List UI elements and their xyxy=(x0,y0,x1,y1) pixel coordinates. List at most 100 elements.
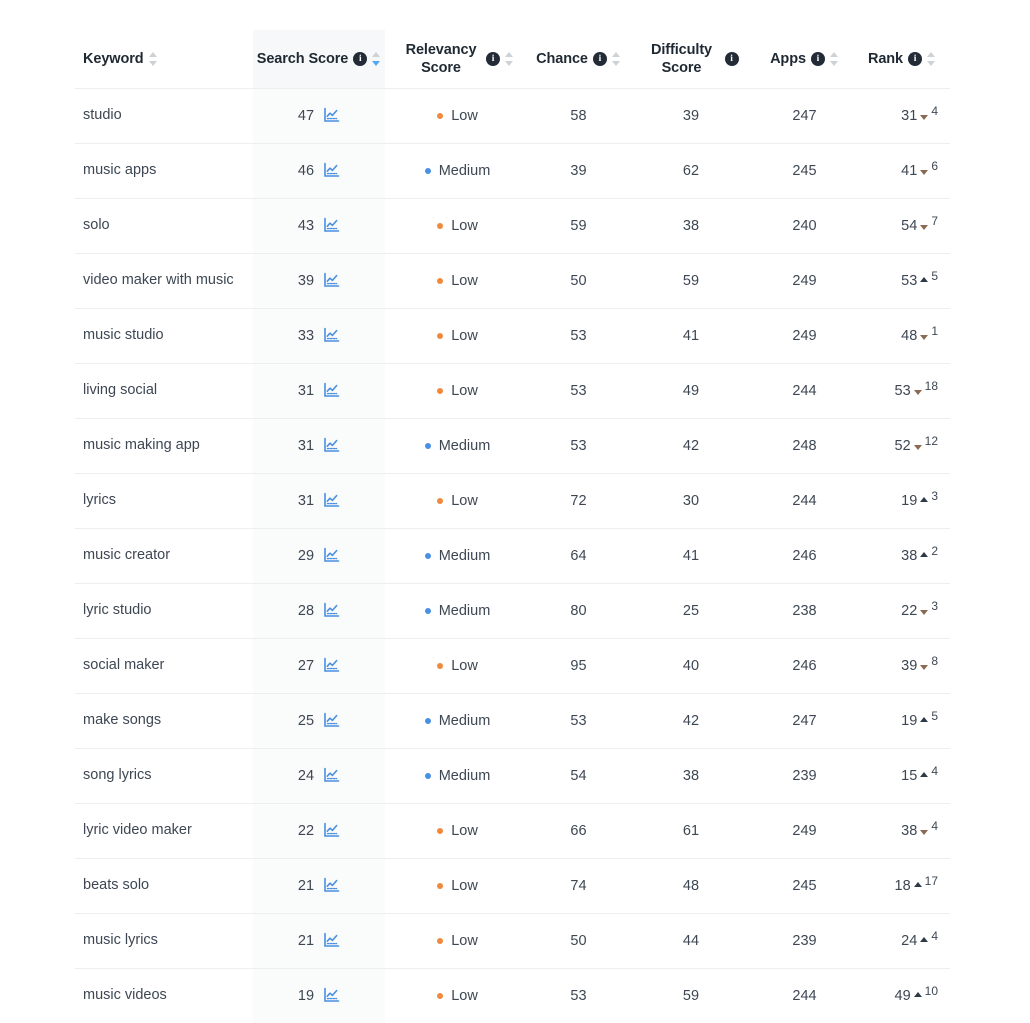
line-chart-icon[interactable] xyxy=(323,162,340,179)
rank-inner: 19 5 xyxy=(854,709,950,729)
column-header-relevancy[interactable]: Relevancy Score i xyxy=(385,30,530,89)
line-chart-icon[interactable] xyxy=(323,932,340,949)
cell-chance: 53 xyxy=(530,968,627,1023)
sort-arrows-icon[interactable] xyxy=(611,51,621,67)
cell-keyword[interactable]: beats solo xyxy=(75,858,253,914)
cell-difficulty-score: 61 xyxy=(627,803,755,859)
cell-keyword[interactable]: lyrics xyxy=(75,473,253,529)
cell-search-score: 31 xyxy=(253,363,385,419)
column-header-label-search: Search Score xyxy=(256,50,349,67)
search-score-inner: 31 xyxy=(253,437,385,454)
sort-arrow-up-icon xyxy=(372,51,381,57)
sort-arrows-icon[interactable] xyxy=(505,51,514,67)
cell-keyword[interactable]: music apps xyxy=(75,143,253,199)
cell-keyword[interactable]: music studio xyxy=(75,308,253,364)
line-chart-icon[interactable] xyxy=(323,437,340,454)
line-chart-icon[interactable] xyxy=(323,547,340,564)
line-chart-icon[interactable] xyxy=(323,327,340,344)
table-row: music lyrics 21 Low 50 44 239 24 4 xyxy=(75,913,950,969)
line-chart-icon[interactable] xyxy=(323,107,340,124)
cell-apps: 247 xyxy=(755,88,854,144)
sort-arrows-icon[interactable] xyxy=(829,51,839,67)
column-header-rank[interactable]: Rank i xyxy=(854,30,950,89)
table-row: lyric video maker 22 Low 66 61 249 38 4 xyxy=(75,803,950,859)
cell-keyword[interactable]: lyric video maker xyxy=(75,803,253,859)
search-score-value: 29 xyxy=(297,547,315,564)
relevancy-label: Low xyxy=(451,272,478,289)
cell-keyword[interactable]: music creator xyxy=(75,528,253,584)
relevancy-label: Low xyxy=(451,932,478,949)
info-icon[interactable]: i xyxy=(724,51,739,66)
cell-search-score: 47 xyxy=(253,88,385,144)
info-icon[interactable]: i xyxy=(810,51,825,66)
cell-rank: 52 12 xyxy=(854,418,950,474)
rank-inner: 38 4 xyxy=(854,819,950,839)
line-chart-icon[interactable] xyxy=(323,217,340,234)
cell-apps: 249 xyxy=(755,253,854,309)
column-header-keyword[interactable]: Keyword xyxy=(75,30,253,89)
info-icon[interactable]: i xyxy=(486,51,500,66)
column-header-difficulty[interactable]: Difficulty Score i xyxy=(627,30,755,89)
cell-rank: 19 3 xyxy=(854,473,950,529)
sort-arrow-down-icon xyxy=(505,60,513,66)
cell-keyword[interactable]: studio xyxy=(75,88,253,144)
cell-search-score: 27 xyxy=(253,638,385,694)
column-header-inner-search: Search Score i xyxy=(253,50,385,68)
cell-keyword[interactable]: living social xyxy=(75,363,253,419)
line-chart-icon[interactable] xyxy=(323,712,340,729)
cell-apps: 238 xyxy=(755,583,854,639)
sort-arrows-icon[interactable] xyxy=(372,51,381,67)
cell-relevancy-score: Medium xyxy=(385,143,530,199)
sort-arrow-down-icon xyxy=(611,60,620,66)
sort-arrows-icon[interactable] xyxy=(148,51,158,67)
cell-keyword[interactable]: make songs xyxy=(75,693,253,749)
cell-search-score: 33 xyxy=(253,308,385,364)
rank-delta-value: 4 xyxy=(931,763,938,778)
rank-delta-value: 18 xyxy=(924,378,938,393)
relevancy-label: Low xyxy=(451,822,478,839)
line-chart-icon[interactable] xyxy=(323,602,340,619)
relevancy-label: Medium xyxy=(438,712,491,729)
cell-keyword[interactable]: video maker with music xyxy=(75,253,253,309)
column-header-search[interactable]: Search Score i xyxy=(253,30,385,89)
search-score-value: 33 xyxy=(297,327,315,344)
rank-arrow-up-icon xyxy=(913,882,922,887)
cell-apps: 244 xyxy=(755,968,854,1023)
line-chart-icon[interactable] xyxy=(323,382,340,399)
line-chart-icon[interactable] xyxy=(323,877,340,894)
line-chart-icon[interactable] xyxy=(323,822,340,839)
cell-chance: 64 xyxy=(530,528,627,584)
search-score-value: 28 xyxy=(297,602,315,619)
relevancy-label: Medium xyxy=(438,767,491,784)
cell-keyword[interactable]: lyric studio xyxy=(75,583,253,639)
column-header-chance[interactable]: Chance i xyxy=(530,30,627,89)
sort-arrows-icon[interactable] xyxy=(927,51,936,67)
cell-keyword[interactable]: song lyrics xyxy=(75,748,253,804)
cell-keyword[interactable]: solo xyxy=(75,198,253,254)
line-chart-icon[interactable] xyxy=(323,767,340,784)
column-header-apps[interactable]: Apps i xyxy=(755,30,854,89)
info-icon[interactable]: i xyxy=(592,51,607,66)
cell-rank: 54 7 xyxy=(854,198,950,254)
rank-value: 49 xyxy=(894,987,911,1004)
cell-keyword[interactable]: music lyrics xyxy=(75,913,253,969)
cell-keyword[interactable]: music videos xyxy=(75,968,253,1023)
search-score-value: 31 xyxy=(297,492,315,509)
cell-keyword[interactable]: social maker xyxy=(75,638,253,694)
cell-keyword[interactable]: music making app xyxy=(75,418,253,474)
info-icon[interactable]: i xyxy=(353,51,368,66)
cell-apps: 239 xyxy=(755,748,854,804)
line-chart-icon[interactable] xyxy=(323,492,340,509)
line-chart-icon[interactable] xyxy=(323,272,340,289)
cell-chance: 53 xyxy=(530,418,627,474)
relevancy-inner: Low xyxy=(385,108,530,124)
rank-delta-value: 7 xyxy=(931,213,938,228)
column-header-label-apps: Apps xyxy=(770,50,806,67)
info-icon[interactable]: i xyxy=(908,51,923,66)
rank-arrow-up-icon xyxy=(920,937,929,942)
rank-delta-value: 17 xyxy=(924,873,938,888)
line-chart-icon[interactable] xyxy=(323,657,340,674)
cell-chance: 50 xyxy=(530,253,627,309)
line-chart-icon[interactable] xyxy=(323,987,340,1004)
table-row: song lyrics 24 Medium 54 38 239 15 4 xyxy=(75,748,950,804)
